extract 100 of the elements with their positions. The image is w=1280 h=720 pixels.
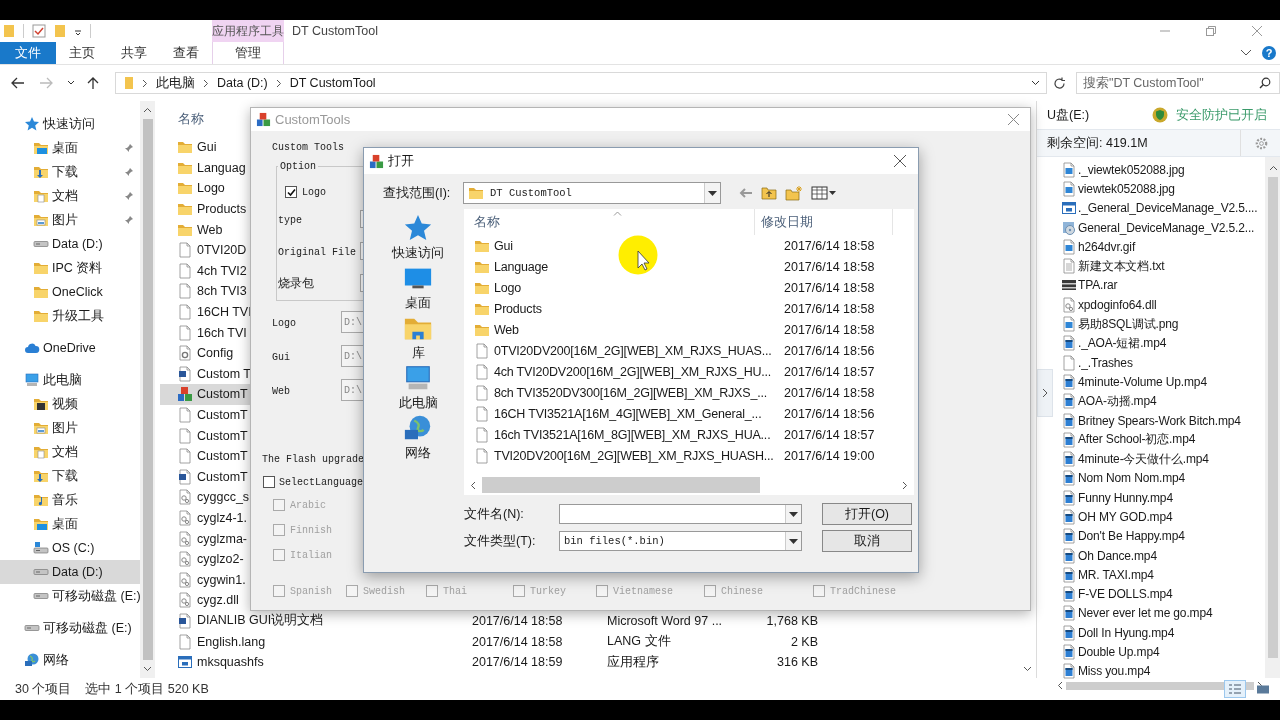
file-name: CustomT xyxy=(197,408,248,422)
file-size: 316 KB xyxy=(777,655,818,670)
file-name: 0TVI20DV200[16M_2G][WEB]_XM_RJXS_HUAS... xyxy=(494,343,773,358)
nav-label: 视频 xyxy=(52,395,78,413)
context-tab-group: 应用程序工具 xyxy=(212,20,284,42)
file-date: 2017/6/14 18:58 xyxy=(784,322,875,337)
nav-label: IPC 资料 xyxy=(52,259,103,277)
nav-label: Data (D:) xyxy=(52,565,103,579)
checkbox-label: Logo xyxy=(302,186,326,198)
nav-label: 此电脑 xyxy=(43,371,82,389)
file-name: Web xyxy=(494,322,520,337)
file-name: cyggcc_s xyxy=(197,490,250,505)
group-label: Option xyxy=(279,161,317,172)
nav-label: 下载 xyxy=(52,163,78,181)
file-size: 2 KB xyxy=(790,634,818,649)
nav-label: 桌面 xyxy=(52,515,78,533)
checkbox-label: TradChinese xyxy=(830,585,896,597)
checkbox-label: SelectLanguage xyxy=(279,476,363,488)
file-name: Config xyxy=(197,346,234,361)
file-size: 1,768 KB xyxy=(766,613,818,628)
nav-label: 可移动磁盘 (E:) xyxy=(43,619,132,637)
file-date: 2017/6/14 19:00 xyxy=(784,448,875,463)
free-space: 剩余空间: 419.1M xyxy=(1047,134,1148,152)
file-name: Logo xyxy=(494,280,522,295)
file-name: CustomT xyxy=(197,449,248,464)
checkbox-label: Italian xyxy=(290,549,332,561)
file-date: 2017/6/14 18:58 xyxy=(784,259,875,274)
file-name: 4ch TVI20DV200[16M_2G][WEB]_XM_RJXS_HU... xyxy=(494,364,773,379)
checkbox-label: Spanish xyxy=(290,585,332,597)
file-name: 8ch TVI3 xyxy=(197,284,247,299)
nav-label: OS (C:) xyxy=(52,541,95,555)
file-name: cyglzma- xyxy=(197,531,247,546)
checkbox-label: Chinese xyxy=(721,585,763,597)
field-label: 查找范围(I): xyxy=(383,185,451,200)
checkbox-label: Vietnamese xyxy=(613,585,673,597)
nav-label: OneClick xyxy=(52,285,103,299)
file-name: Gui xyxy=(197,140,217,155)
nav-label: 可移动磁盘 (E:) xyxy=(52,587,141,605)
file-name: Languag xyxy=(197,160,246,175)
nav-label: 图片 xyxy=(52,419,78,437)
file-date: 2017/6/14 18:58 xyxy=(784,385,875,400)
field-label: Gui xyxy=(272,352,290,363)
file-name: cyglzo2- xyxy=(197,552,244,567)
dialog-heading: Custom Tools xyxy=(272,141,344,155)
file-type: Microsoft Word 97 ... xyxy=(607,613,723,628)
file-name: Logo xyxy=(197,181,225,196)
nav-label: 桌面 xyxy=(52,139,78,157)
dialog-title: CustomTools xyxy=(275,112,351,127)
item-count: 30 个项目 xyxy=(15,680,72,698)
file-name: cyglz4-1. xyxy=(197,511,248,525)
field-label: Logo xyxy=(272,318,296,329)
file-name: Products xyxy=(494,301,543,316)
file-name: 8ch TVI3520DV300[16M_2G][WEB]_XM_RJXS_... xyxy=(494,385,768,400)
nav-label: Data (D:) xyxy=(52,237,103,251)
field-label: 文件名(N): xyxy=(464,506,524,521)
checkbox-label: Arabic xyxy=(290,499,326,511)
file-name: Custom T xyxy=(197,366,251,381)
file-name: mksquashfs xyxy=(197,655,264,670)
file-date: 2017/6/14 18:58 xyxy=(784,301,875,316)
file-date: 2017/6/14 18:58 xyxy=(472,634,563,649)
file-name: cygwin1. xyxy=(197,572,246,587)
file-date: 2017/6/14 18:56 xyxy=(784,406,875,421)
nav-label: OneDrive xyxy=(43,341,96,355)
field-label: Web xyxy=(272,386,290,397)
file-name: CustomT xyxy=(197,387,248,402)
nav-label: 图片 xyxy=(52,211,78,229)
window-title: DT CustomTool xyxy=(292,24,378,38)
nav-label: 文档 xyxy=(52,187,78,205)
file-date: 2017/6/14 18:58 xyxy=(784,238,875,253)
file-type: 应用程序 xyxy=(607,654,659,669)
nav-label: 快速访问 xyxy=(43,115,95,133)
file-name: cygz.dll xyxy=(197,593,239,608)
field-label: Original File xyxy=(278,247,356,258)
file-name: 4ch TVI2 xyxy=(197,263,247,278)
checkbox-label: Swedish xyxy=(363,585,405,597)
file-type: LANG 文件 xyxy=(607,634,671,649)
file-name: Products xyxy=(197,202,247,217)
file-name: CustomT xyxy=(197,428,248,443)
file-date: 2017/6/14 18:58 xyxy=(784,280,875,295)
file-name: 16CH TVI3521A[16M_4G][WEB]_XM_General_... xyxy=(494,406,763,421)
file-date: 2017/6/14 18:58 xyxy=(472,613,563,628)
dialog-title: 打开 xyxy=(388,152,414,170)
file-name: CustomT xyxy=(197,469,248,484)
nav-label: 升级工具 xyxy=(52,307,104,325)
selection-info: 选中 1 个项目 520 KB xyxy=(85,680,209,698)
nav-label: 网络 xyxy=(43,651,69,669)
file-name: DIANLIB GUI说明文档 xyxy=(197,613,324,628)
file-date: 2017/6/14 18:59 xyxy=(472,655,563,670)
file-name: Web xyxy=(197,222,223,237)
file-name: 16ch TVI xyxy=(197,325,247,340)
checkbox-label: Turkey xyxy=(530,585,566,597)
file-name: 16ch TVI3521A[16M_8G][WEB]_XM_RJXS_HUA... xyxy=(494,427,772,442)
field-label: 文件类型(T): xyxy=(464,533,536,548)
section-label: The Flash upgrade xyxy=(262,453,365,467)
file-name: Gui xyxy=(494,238,514,253)
file-name: TVI20DV200[16M_2G][WEB]_XM_RJXS_HUASH... xyxy=(494,448,775,463)
file-name: 0TVI20D xyxy=(197,243,247,258)
file-name: English.lang xyxy=(197,634,266,649)
file-date: 2017/6/14 18:57 xyxy=(784,364,875,379)
nav-label: 下载 xyxy=(52,467,78,485)
